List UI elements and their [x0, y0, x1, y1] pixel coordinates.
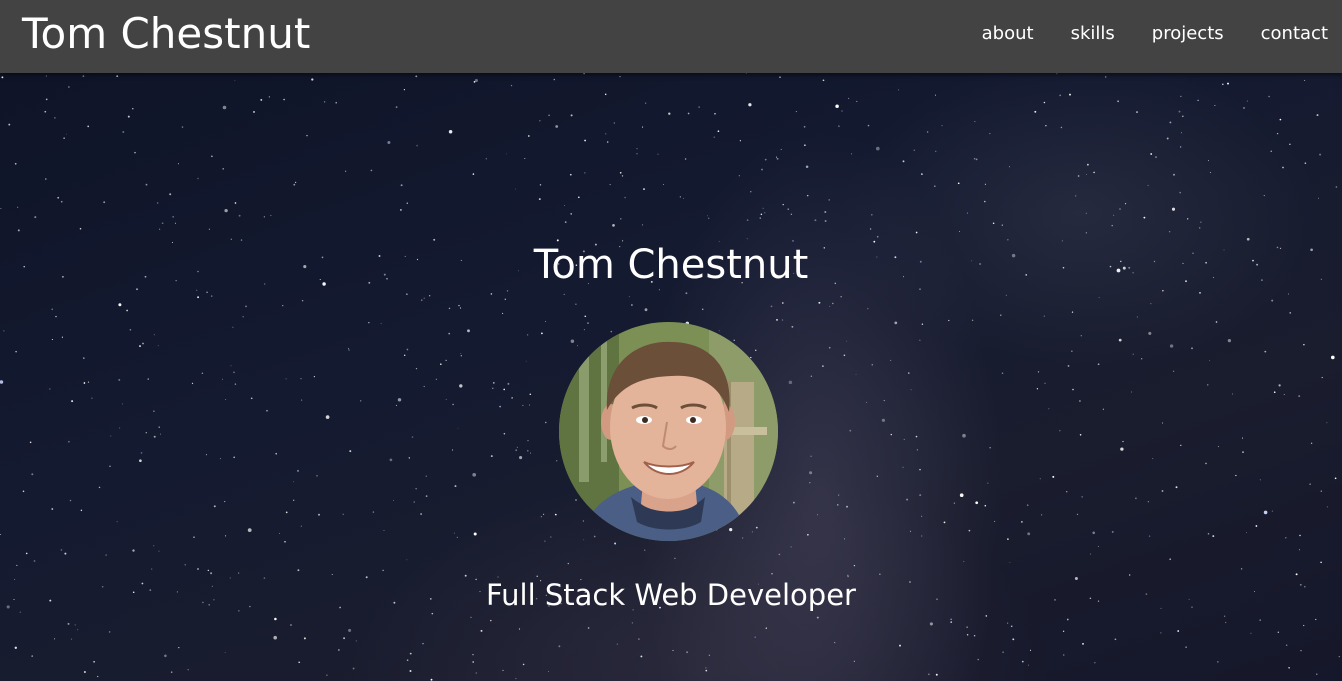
nav-link-projects[interactable]: projects — [1152, 22, 1224, 46]
nav-links: about skills projects contact — [945, 22, 1328, 46]
portfolio-page: Tom Chestnut about skills projects conta… — [0, 0, 1342, 681]
hero-subtitle: Full Stack Web Developer — [486, 578, 856, 612]
nav-link-contact[interactable]: contact — [1261, 22, 1328, 46]
profile-photo — [559, 322, 778, 541]
nav-link-about[interactable]: about — [982, 22, 1034, 46]
nav-link-skills[interactable]: skills — [1071, 22, 1115, 46]
brand-name-link[interactable]: Tom Chestnut — [22, 8, 310, 60]
hero-section: Tom Chestnut Full Stack Web Developer — [0, 73, 1342, 681]
top-navbar: Tom Chestnut about skills projects conta… — [0, 0, 1342, 73]
hero-title: Tom Chestnut — [533, 242, 809, 288]
